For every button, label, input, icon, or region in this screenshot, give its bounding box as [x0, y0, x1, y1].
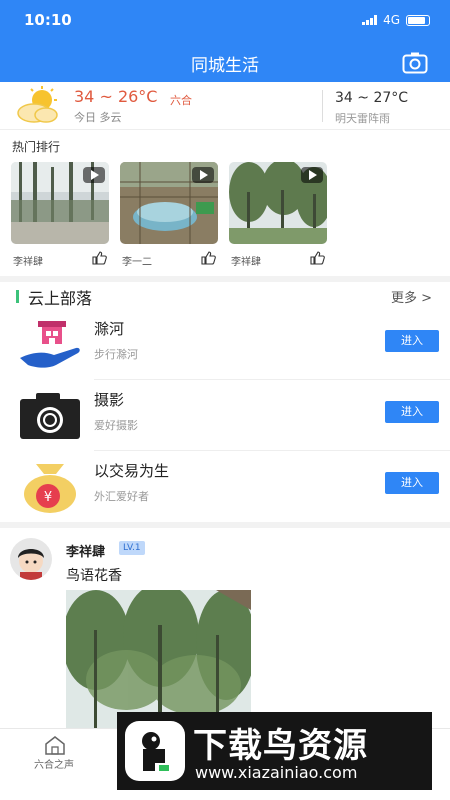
hot-ranking-title: 热门排行 — [12, 140, 61, 154]
network-label: 4G — [383, 13, 400, 27]
tomorrow-temperature: 34 ~ 27°C — [335, 90, 409, 106]
divider — [94, 379, 450, 380]
weather-panel[interactable]: 34 ~ 26°C 六合 今日 多云 34 ~ 27°C 明天雷阵雨 — [0, 82, 450, 130]
watermark: 下载鸟资源 www.xiazainiao.com — [117, 712, 432, 790]
today-weather-desc: 今日 多云 — [74, 111, 122, 124]
tomorrow-weather-desc: 明天雷阵雨 — [335, 112, 390, 125]
tribe-name: 摄影 — [94, 391, 125, 409]
enter-button[interactable]: 进入 — [385, 472, 439, 494]
video-author: 李祥肆 — [231, 257, 261, 268]
video-thumbnail[interactable] — [11, 162, 109, 244]
weather-location: 六合 — [170, 94, 192, 107]
video-thumbnail[interactable] — [229, 162, 327, 244]
video-thumbnail[interactable] — [120, 162, 218, 244]
video-author: 李一二 — [122, 257, 152, 268]
tribe-desc: 爱好摄影 — [94, 419, 138, 432]
tribe-desc: 外汇爱好者 — [94, 490, 149, 503]
tribes-section-title: 云上部落 — [28, 289, 93, 308]
enter-button[interactable]: 进入 — [385, 330, 439, 352]
hot-video-list: 李祥肆 李一二 李祥肆 — [11, 162, 327, 270]
page-title: 同城生活 — [191, 56, 259, 76]
weather-divider — [322, 90, 323, 122]
hand-house-icon — [20, 321, 80, 368]
tribe-item[interactable]: ¥ 以交易为生 外汇爱好者 进入 — [0, 452, 450, 522]
divider — [94, 450, 450, 451]
video-card[interactable]: 李祥肆 — [229, 162, 327, 270]
camera-icon — [20, 393, 80, 439]
cloudy-sun-icon — [17, 86, 58, 123]
avatar[interactable] — [10, 538, 52, 580]
thumbs-up-icon[interactable] — [200, 250, 216, 266]
video-card[interactable]: 李一二 — [120, 162, 218, 270]
thumbs-up-icon[interactable] — [91, 250, 107, 266]
money-bag-icon: ¥ — [24, 464, 76, 513]
signal-icon — [362, 15, 378, 25]
tab-label[interactable]: 六合之声 — [34, 756, 74, 771]
play-icon — [301, 167, 323, 183]
tribe-item[interactable]: 摄影 爱好摄影 进入 — [0, 381, 450, 451]
watermark-url: www.xiazainiao.com — [195, 763, 358, 782]
post-username[interactable]: 李祥肆 — [66, 541, 105, 560]
camera-button-icon[interactable] — [402, 52, 428, 74]
video-author: 李祥肆 — [13, 257, 43, 268]
post-image[interactable] — [66, 590, 251, 730]
tribe-item[interactable]: 滁河 步行滁河 进入 — [0, 310, 450, 380]
post-text: 鸟语花香 — [66, 568, 122, 584]
status-bar: 10:10 4G — [0, 0, 450, 44]
video-card[interactable]: 李祥肆 — [11, 162, 109, 270]
play-icon — [83, 167, 105, 183]
nav-bar: 同城生活 — [0, 44, 450, 82]
enter-button[interactable]: 进入 — [385, 401, 439, 423]
svg-text:¥: ¥ — [44, 490, 52, 505]
play-icon — [192, 167, 214, 183]
tribe-desc: 步行滁河 — [94, 348, 138, 361]
tribe-name: 滁河 — [94, 320, 125, 338]
section-separator — [0, 276, 450, 282]
section-accent-bar — [16, 290, 19, 303]
tribe-name: 以交易为生 — [94, 462, 170, 480]
more-link[interactable]: 更多 > — [391, 287, 432, 306]
battery-icon — [406, 14, 430, 26]
section-separator — [0, 522, 450, 528]
home-icon[interactable] — [44, 735, 66, 755]
status-time: 10:10 — [24, 11, 72, 29]
status-indicators: 4G — [362, 13, 430, 27]
thumbs-up-icon[interactable] — [309, 250, 325, 266]
bird-logo-icon — [125, 721, 185, 781]
level-badge: LV.1 — [119, 541, 145, 555]
watermark-title: 下载鸟资源 — [193, 726, 368, 766]
today-temperature: 34 ~ 26°C — [74, 87, 158, 106]
